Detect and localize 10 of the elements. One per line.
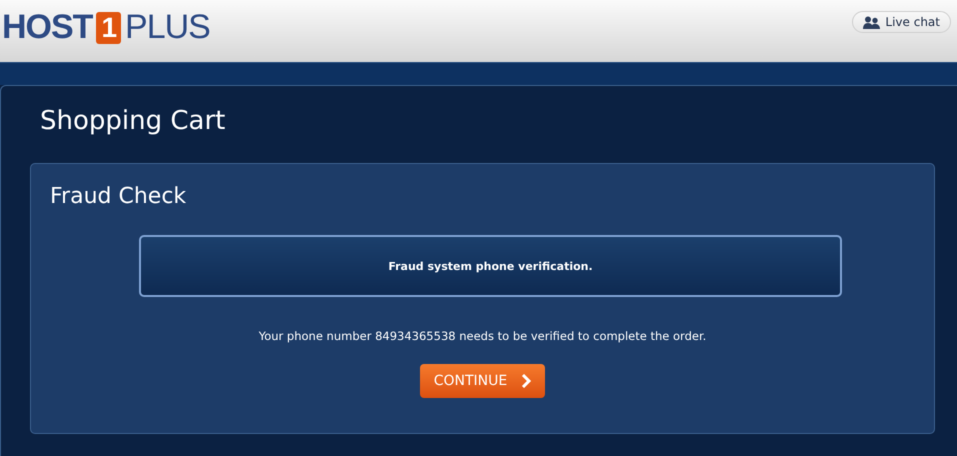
verification-message: Your phone number 84934365538 needs to be verified to complete the order.: [258, 329, 708, 343]
people-icon: [863, 16, 880, 28]
chevron-icon: [521, 374, 532, 388]
page-title: Shopping Cart: [39, 105, 226, 138]
section-title: Fraud Check: [50, 184, 188, 209]
logo-badge: 1: [96, 12, 122, 44]
logo-text: HOST: [2, 8, 92, 47]
logo-text: PLUS: [125, 8, 210, 47]
live-chat-button[interactable]: Live chat: [852, 11, 951, 33]
alert-box: Fraud system phone verification.: [139, 235, 842, 297]
